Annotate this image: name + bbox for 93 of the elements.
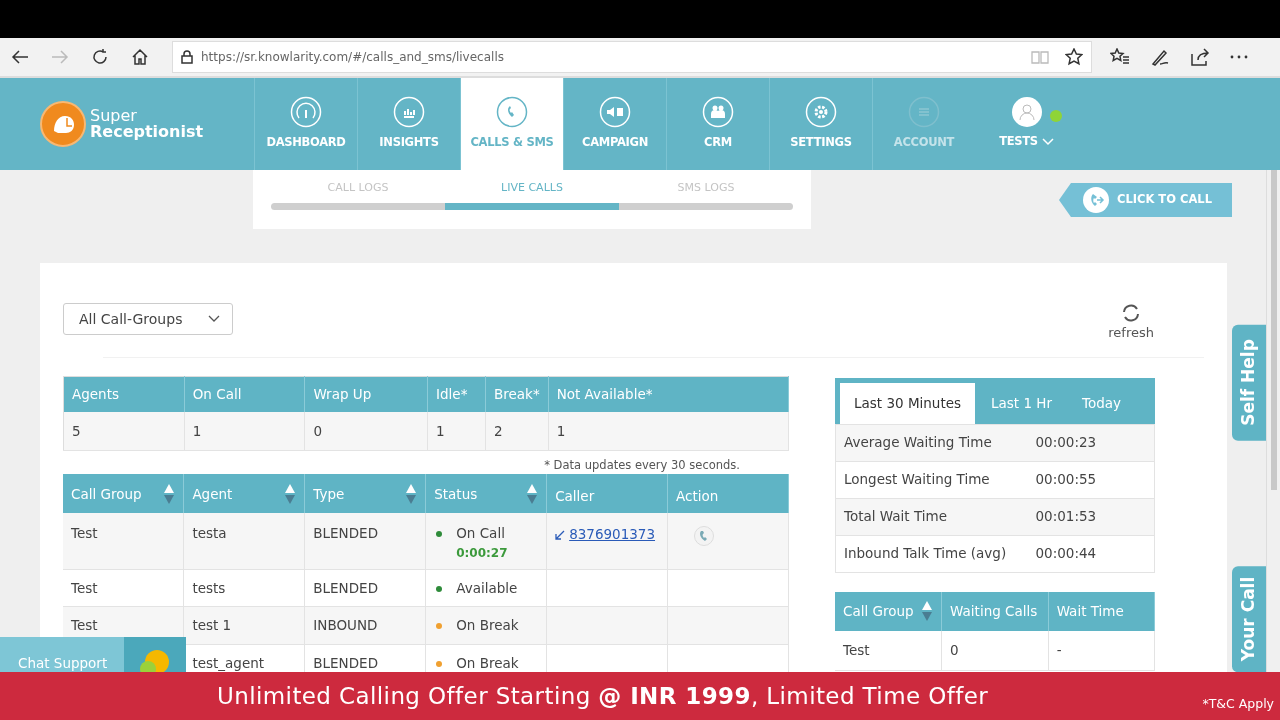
share-icon[interactable] — [1190, 48, 1210, 66]
pen-icon[interactable] — [1150, 48, 1170, 66]
table-cell: BLENDED — [304, 569, 426, 607]
reload-icon[interactable] — [91, 48, 109, 66]
incoming-arrow-icon — [555, 529, 566, 540]
table-cell: BLENDED — [304, 513, 426, 570]
column-header: Waiting Calls — [941, 591, 1049, 631]
favorites-list-icon[interactable] — [1110, 48, 1130, 66]
refresh-icon — [1121, 303, 1142, 323]
table-cell: 1 — [427, 412, 486, 450]
status-text: On Break — [456, 654, 519, 671]
column-header: Break* — [485, 376, 549, 412]
table-cell: 2 — [485, 412, 549, 450]
chart-icon — [393, 96, 425, 129]
table-cell: - — [1048, 630, 1155, 671]
column-header: Idle* — [427, 376, 486, 412]
status-text: Available — [456, 579, 518, 596]
data-note: * Data updates every 30 seconds. — [543, 457, 740, 473]
table-cell: Test — [63, 569, 184, 607]
nav-tab[interactable]: CALLS & SMS — [460, 78, 563, 170]
chevron-down-icon — [208, 315, 220, 323]
table-cell: INBOUND — [304, 606, 426, 645]
column-header: On Call — [184, 376, 305, 412]
column-header[interactable]: Status — [425, 474, 547, 514]
table-cell: testa — [183, 513, 305, 570]
logo-text: Receptionist — [90, 124, 204, 140]
home-icon[interactable] — [131, 48, 149, 66]
side-tab[interactable]: Self Help — [1232, 325, 1266, 441]
table-cell: test 1 — [183, 606, 305, 645]
table-cell: tests — [183, 569, 305, 607]
phone-icon — [1082, 187, 1109, 213]
sort-icon[interactable] — [163, 482, 176, 505]
terms-note: *T&C Apply — [1202, 695, 1274, 714]
stat-value: 00:00:44 — [1027, 535, 1155, 572]
call-group-dropdown[interactable]: All Call-Groups — [63, 303, 233, 335]
column-header: Action — [667, 474, 789, 514]
column-header: Wrap Up — [304, 376, 428, 412]
scrollbar-thumb[interactable] — [1270, 170, 1277, 490]
people-icon — [702, 96, 734, 129]
sort-icon[interactable] — [921, 600, 934, 622]
logo-icon — [40, 101, 86, 147]
table-cell: Test — [63, 513, 184, 570]
stat-label: Inbound Talk Time (avg) — [835, 535, 1028, 572]
column-header[interactable]: Call Group — [63, 474, 184, 514]
table-cell: 1 — [548, 412, 789, 450]
avatar-icon — [1011, 97, 1042, 128]
lock-icon — [181, 50, 193, 64]
sub-tab[interactable]: CALL LOGS — [271, 180, 445, 197]
status-text: On Break — [456, 616, 519, 633]
click-to-call-button[interactable]: CLICK TO CALL — [1058, 183, 1232, 217]
refresh-button[interactable]: refresh — [1108, 303, 1154, 343]
column-header: Wait Time — [1048, 591, 1155, 631]
user-menu[interactable]: TESTS — [975, 78, 1078, 170]
column-header[interactable]: Type — [304, 474, 426, 514]
sort-icon[interactable] — [526, 482, 539, 505]
gauge-icon — [290, 96, 322, 129]
table-cell: Test — [835, 630, 942, 671]
range-tab[interactable]: Last 1 Hr — [977, 382, 1067, 424]
stat-value: 00:00:55 — [1027, 461, 1155, 498]
offer-banner[interactable]: Unlimited Calling Offer Starting @ INR 1999, Limited Time Offer *T&C Apply — [0, 672, 1280, 720]
column-header[interactable]: Agent — [183, 474, 305, 514]
list-icon — [908, 96, 940, 129]
stat-label: Longest Waiting Time — [835, 461, 1028, 498]
side-tab[interactable]: Your Call — [1232, 565, 1266, 672]
call-timer: 0:00:27 — [456, 544, 509, 562]
table-cell: 0 — [941, 630, 1049, 671]
phone-icon — [496, 96, 528, 129]
stat-value: 00:01:53 — [1027, 498, 1155, 535]
sub-tab[interactable]: LIVE CALLS — [445, 180, 619, 197]
range-tab[interactable]: Last 30 Minutes — [840, 382, 976, 424]
sub-tab[interactable]: SMS LOGS — [619, 180, 793, 197]
table-cell: 0 — [304, 412, 428, 450]
logo-text: Super — [90, 108, 138, 124]
back-icon[interactable] — [11, 49, 29, 65]
column-header: Agents — [63, 376, 185, 412]
column-header: Not Available* — [548, 376, 789, 412]
table-cell: 5 — [63, 412, 185, 450]
sort-icon[interactable] — [284, 482, 297, 505]
column-header: Caller — [546, 474, 668, 514]
stat-label: Total Wait Time — [835, 498, 1028, 535]
caret-icon — [1041, 138, 1054, 146]
megaphone-icon — [599, 96, 631, 129]
range-tab[interactable]: Today — [1068, 382, 1136, 424]
offer-text: Unlimited Calling Offer Starting @ INR 1999, Limited Time Offer — [217, 681, 989, 711]
sort-icon[interactable] — [405, 482, 418, 505]
settings-icon — [805, 96, 837, 129]
column-header[interactable]: Call Group — [835, 591, 942, 631]
table-cell: 1 — [184, 412, 305, 450]
status-text: On Call — [456, 525, 505, 542]
stat-value: 00:00:23 — [1027, 424, 1155, 461]
stat-label: Average Waiting Time — [835, 424, 1028, 461]
more-icon[interactable] — [1230, 54, 1248, 60]
favorite-star-icon[interactable] — [1065, 48, 1083, 66]
